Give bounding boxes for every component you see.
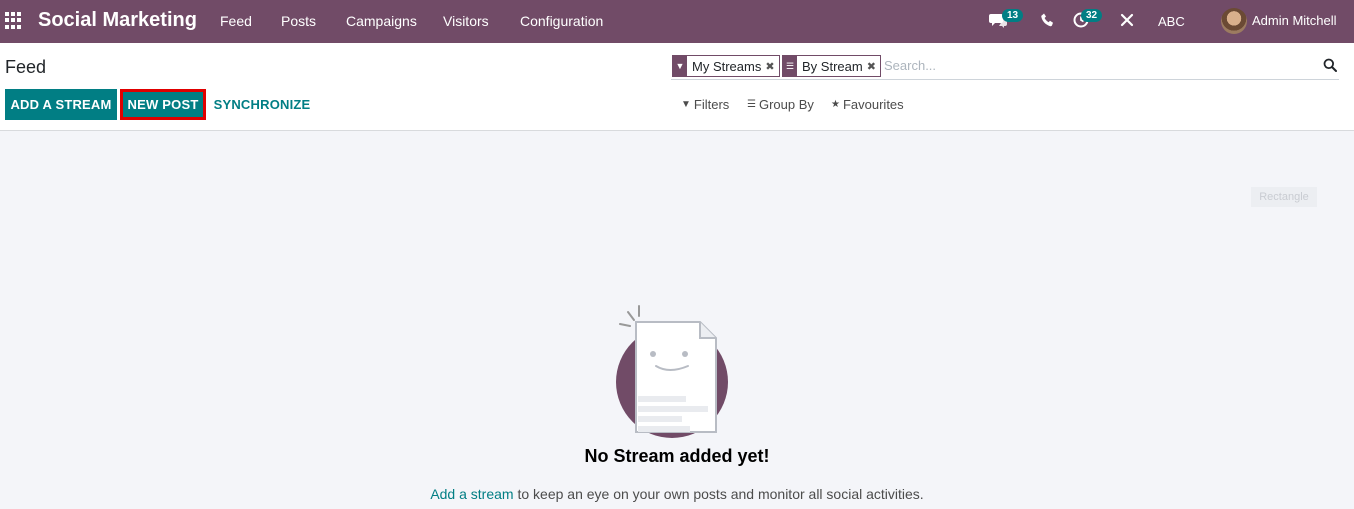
group-by-label: Group By	[758, 97, 814, 112]
star-icon: ★	[831, 99, 840, 110]
phone-button[interactable]	[1041, 13, 1054, 30]
search-input[interactable]	[884, 58, 1304, 73]
group-by-dropdown[interactable]: ☰ Group By	[747, 97, 814, 112]
favourites-dropdown[interactable]: ★ Favourites	[831, 97, 904, 112]
activities-count-badge: 32	[1081, 9, 1103, 22]
user-menu[interactable]: Admin Mitchell	[1252, 13, 1337, 28]
close-icon[interactable]: ✖	[765, 60, 778, 73]
funnel-icon: ▼	[681, 99, 691, 110]
filters-dropdown[interactable]: ▼ Filters	[681, 97, 729, 112]
facet-label: My Streams	[692, 58, 762, 74]
search-bar: ▼ My Streams ✖ ☰ By Stream ✖	[671, 54, 1339, 80]
menu-feed[interactable]: Feed	[220, 13, 252, 29]
menu-visitors[interactable]: Visitors	[443, 13, 489, 29]
new-post-button[interactable]: NEW POST	[120, 89, 206, 120]
phone-icon	[1041, 13, 1053, 27]
close-icon[interactable]: ✖	[867, 60, 880, 73]
add-stream-button[interactable]: ADD A STREAM	[5, 89, 117, 120]
empty-document-icon	[616, 305, 728, 438]
top-navbar: Social Marketing Feed Posts Campaigns Vi…	[0, 0, 1354, 43]
empty-state-description: to keep an eye on your own posts and mon…	[513, 486, 924, 502]
control-panel: Feed ADD A STREAM NEW POST SYNCHRONIZE ▼…	[0, 43, 1354, 131]
filter-icon: ▼	[673, 56, 687, 76]
company-switcher[interactable]: ABC	[1158, 14, 1185, 29]
app-grid-icon[interactable]	[5, 12, 22, 29]
facet-my-streams: ▼ My Streams ✖	[672, 55, 780, 77]
facet-by-stream: ☰ By Stream ✖	[782, 55, 881, 77]
favourites-label: Favourites	[842, 97, 904, 112]
facet-label: By Stream	[802, 58, 863, 74]
user-avatar[interactable]	[1221, 8, 1247, 34]
menu-campaigns[interactable]: Campaigns	[346, 13, 417, 29]
menu-configuration[interactable]: Configuration	[520, 13, 603, 29]
rectangle-overlay: Rectangle	[1251, 187, 1317, 207]
menu-posts[interactable]: Posts	[281, 13, 316, 29]
debug-tools-button[interactable]	[1120, 13, 1134, 30]
synchronize-button[interactable]: SYNCHRONIZE	[214, 89, 311, 120]
search-icon[interactable]	[1323, 58, 1337, 72]
list-icon: ☰	[747, 99, 756, 110]
page-title: Feed	[5, 57, 47, 77]
empty-state-title: No Stream added yet!	[584, 446, 770, 466]
filters-label: Filters	[693, 97, 730, 112]
group-by-icon: ☰	[783, 56, 797, 76]
messages-count-badge: 13	[1002, 9, 1024, 22]
add-stream-link[interactable]: Add a stream	[430, 486, 513, 502]
app-brand[interactable]: Social Marketing	[38, 9, 197, 32]
tools-icon	[1120, 13, 1134, 27]
empty-state-text: Add a stream to keep an eye on your own …	[0, 486, 1354, 502]
